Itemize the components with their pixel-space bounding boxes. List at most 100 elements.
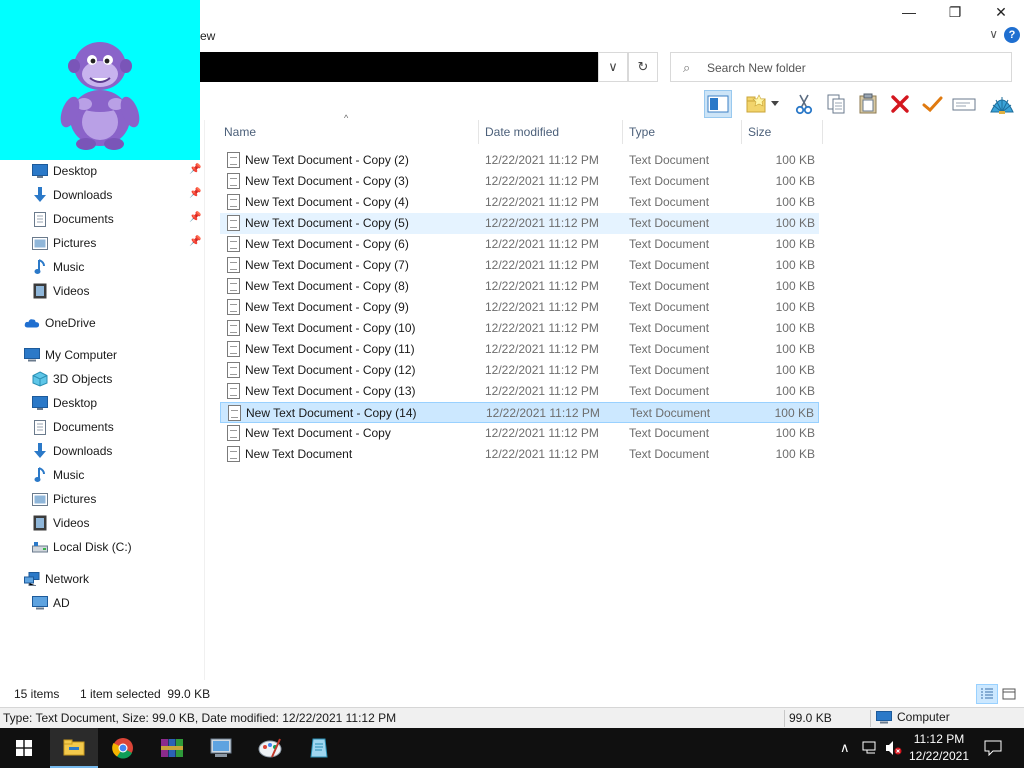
search-input[interactable] xyxy=(707,59,997,77)
pin-icon[interactable]: 📌 xyxy=(189,212,201,223)
nav-quick-pictures[interactable]: Pictures xyxy=(32,232,96,254)
column-divider[interactable] xyxy=(741,120,742,144)
column-divider[interactable] xyxy=(622,120,623,144)
taskbar-winrar[interactable] xyxy=(148,728,196,768)
file-size: 100 KB xyxy=(775,195,815,209)
file-row[interactable]: New Text Document 12/22/2021 11:12 PM Text… xyxy=(220,444,819,465)
file-name: New Text Document - Copy (8) xyxy=(245,279,409,293)
shell-button[interactable] xyxy=(988,90,1016,118)
file-row[interactable]: New Text Document - Copy (13) 12/22/2021 … xyxy=(220,381,819,402)
file-name: New Text Document - Copy (3) xyxy=(245,174,409,188)
nav-videos-label: Videos xyxy=(53,516,90,530)
delete-button[interactable] xyxy=(886,90,914,118)
cut-button[interactable] xyxy=(790,90,818,118)
dropdown-arrow-icon xyxy=(771,101,779,106)
minimize-button[interactable]: — xyxy=(886,0,932,24)
file-row[interactable]: New Text Document - Copy (4) 12/22/2021 1… xyxy=(220,192,819,213)
file-name: New Text Document - Copy (5) xyxy=(245,216,409,230)
pin-icon[interactable]: 📌 xyxy=(189,236,201,247)
refresh-button[interactable]: ↻ xyxy=(628,52,658,82)
file-row[interactable]: New Text Document - Copy (3) 12/22/2021 1… xyxy=(220,171,819,192)
file-row[interactable]: New Text Document - Copy (14) 12/22/2021 … xyxy=(220,402,819,423)
help-icon[interactable]: ? xyxy=(1004,27,1020,43)
pane-divider[interactable] xyxy=(204,120,205,680)
column-header-name[interactable]: Name xyxy=(220,120,478,144)
file-row[interactable]: New Text Document - Copy (5) 12/22/2021 1… xyxy=(220,213,819,234)
restore-button[interactable]: ❐ xyxy=(932,0,978,24)
nav-local-disk[interactable]: Local Disk (C:) xyxy=(32,536,132,558)
text-file-icon xyxy=(227,194,240,210)
nav-network[interactable]: Network xyxy=(24,568,89,590)
nav-documents[interactable]: Documents xyxy=(32,416,114,438)
nav-3d-objects[interactable]: 3D Objects xyxy=(32,368,112,390)
start-button[interactable] xyxy=(0,728,48,768)
apply-button[interactable] xyxy=(918,90,946,118)
documents-icon xyxy=(32,419,48,435)
ribbon-toggle-icon[interactable]: ∨ xyxy=(989,27,998,41)
file-row[interactable]: New Text Document - Copy (6) 12/22/2021 1… xyxy=(220,234,819,255)
pictures-icon xyxy=(32,235,48,251)
file-row[interactable]: New Text Document - Copy (2) 12/22/2021 1… xyxy=(220,150,819,171)
file-date-modified: 12/22/2021 11:12 PM xyxy=(485,384,599,398)
large-icons-view-button[interactable] xyxy=(998,684,1020,704)
nav-quick-music[interactable]: Music xyxy=(32,256,84,278)
address-history-dropdown[interactable]: ∨ xyxy=(598,52,628,82)
text-file-icon xyxy=(228,405,241,421)
column-header-type[interactable]: Type xyxy=(625,120,741,144)
pin-icon[interactable]: 📌 xyxy=(189,164,201,175)
nav-music[interactable]: Music xyxy=(32,464,84,486)
column-header-date[interactable]: Date modified xyxy=(481,120,623,144)
address-bar[interactable] xyxy=(200,52,598,82)
file-row[interactable]: New Text Document - Copy (8) 12/22/2021 1… xyxy=(220,276,819,297)
file-row[interactable]: New Text Document - Copy 12/22/2021 11:12… xyxy=(220,423,819,444)
nav-quick-desktop[interactable]: Desktop xyxy=(32,160,97,182)
file-row[interactable]: New Text Document - Copy (10) 12/22/2021 … xyxy=(220,318,819,339)
nav-quick-downloads[interactable]: Downloads xyxy=(32,184,112,206)
tray-volume[interactable] xyxy=(885,728,903,768)
action-center-button[interactable] xyxy=(984,728,1002,768)
file-size: 100 KB xyxy=(775,258,815,272)
nav-pictures[interactable]: Pictures xyxy=(32,488,96,510)
system-clock[interactable]: 11:12 PM 12/22/2021 xyxy=(904,731,974,765)
file-row[interactable]: New Text Document - Copy (12) 12/22/2021 … xyxy=(220,360,819,381)
search-box[interactable]: ⌕ xyxy=(670,52,1012,82)
nav-ad[interactable]: AD xyxy=(32,592,70,614)
rename-button[interactable] xyxy=(950,90,978,118)
text-file-icon xyxy=(227,299,240,315)
bonzi-buddy-overlay[interactable] xyxy=(0,0,200,160)
close-button[interactable]: ✕ xyxy=(978,0,1024,24)
column-header-size[interactable]: Size xyxy=(744,120,822,144)
bonzi-buddy-character-icon[interactable] xyxy=(0,0,200,160)
taskbar-chrome[interactable] xyxy=(99,728,147,768)
details-view-button[interactable] xyxy=(976,684,998,704)
nav-desktop[interactable]: Desktop xyxy=(32,392,97,414)
file-size: 100 KB xyxy=(775,216,815,230)
new-item-dropdown[interactable] xyxy=(768,90,782,118)
taskbar-file-explorer[interactable] xyxy=(50,728,98,768)
new-folder-button[interactable] xyxy=(742,90,770,118)
nav-videos[interactable]: Videos xyxy=(32,512,89,534)
tray-overflow-chevron[interactable]: ∧ xyxy=(840,728,850,768)
nav-downloads-label: Downloads xyxy=(53,444,113,458)
paste-button[interactable] xyxy=(854,90,882,118)
file-row[interactable]: New Text Document - Copy (11) 12/22/2021 … xyxy=(220,339,819,360)
nav-quick-documents[interactable]: Documents xyxy=(32,208,114,230)
pin-icon[interactable]: 📌 xyxy=(189,188,201,199)
taskbar-paint[interactable] xyxy=(246,728,294,768)
tray-network[interactable] xyxy=(862,728,880,768)
taskbar-computer-app[interactable] xyxy=(197,728,245,768)
column-divider[interactable] xyxy=(822,120,823,144)
nav-my-computer[interactable]: My Computer xyxy=(24,344,117,366)
copy-button[interactable] xyxy=(822,90,850,118)
column-divider[interactable] xyxy=(478,120,479,144)
ribbon-tab-view[interactable]: ew xyxy=(200,29,215,43)
taskbar-notepad[interactable] xyxy=(295,728,343,768)
file-date-modified: 12/22/2021 11:12 PM xyxy=(485,426,599,440)
preview-pane-button[interactable] xyxy=(704,90,732,118)
nav-downloads[interactable]: Downloads xyxy=(32,440,112,462)
file-row[interactable]: New Text Document - Copy (7) 12/22/2021 1… xyxy=(220,255,819,276)
file-row[interactable]: New Text Document - Copy (9) 12/22/2021 1… xyxy=(220,297,819,318)
nav-onedrive[interactable]: OneDrive xyxy=(24,312,96,334)
nav-quick-videos[interactable]: Videos xyxy=(32,280,89,302)
nav-my-computer-label: My Computer xyxy=(45,348,118,362)
